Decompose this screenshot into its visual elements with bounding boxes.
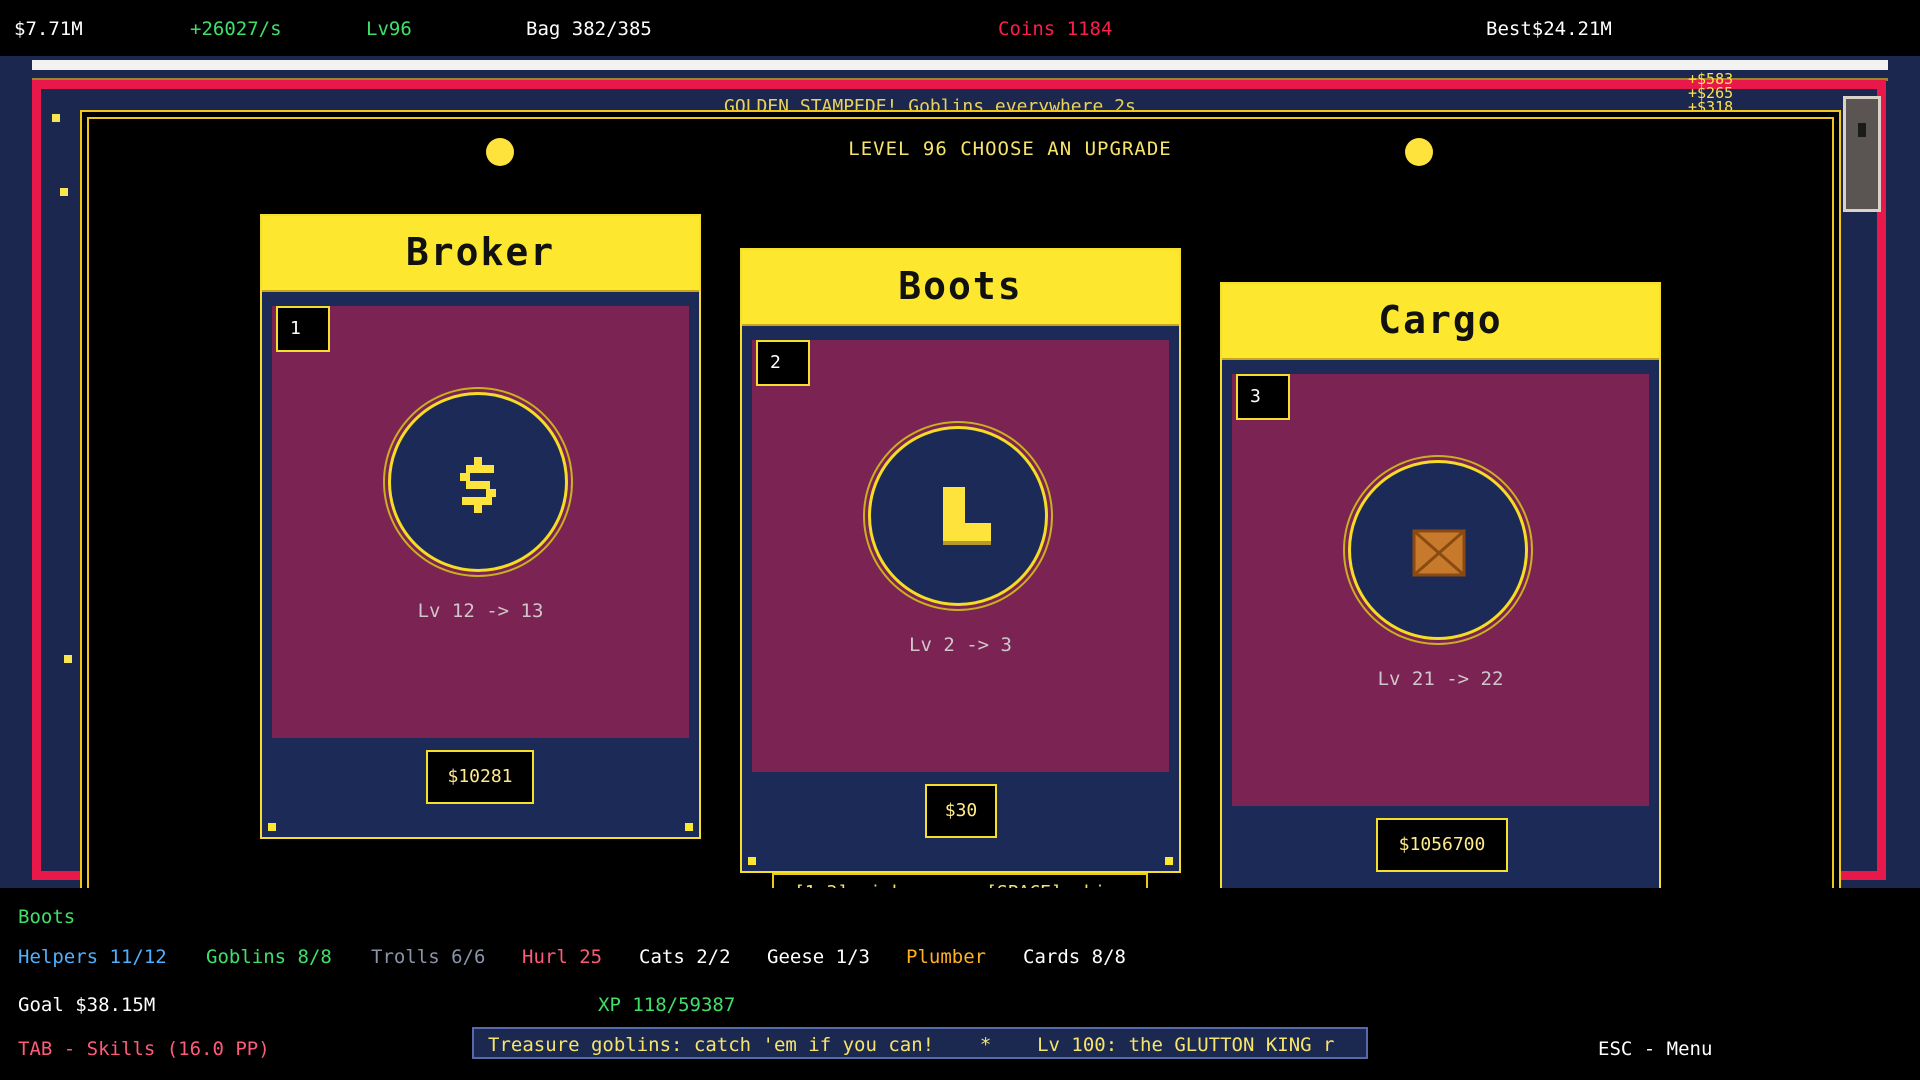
card-hotkey: 1 bbox=[276, 306, 330, 352]
income-rate: +26027/s bbox=[190, 18, 282, 40]
goal-display: Goal $38.15M bbox=[18, 994, 156, 1016]
cats-stat: Cats 2/2 bbox=[639, 946, 731, 968]
last-upgrade-label: Boots bbox=[18, 906, 76, 928]
tower-building bbox=[1843, 96, 1881, 212]
player-level: Lv96 bbox=[366, 18, 412, 40]
money-display: $7.71M bbox=[14, 18, 83, 40]
goblins-stat: Goblins 8/8 bbox=[206, 946, 332, 968]
card-hotkey: 3 bbox=[1236, 374, 1290, 420]
tower-window bbox=[1858, 123, 1866, 137]
card-title: Boots bbox=[898, 264, 1023, 308]
upgrade-card-boots[interactable]: Boots 2 Lv 2 -> 3 $30 bbox=[740, 248, 1181, 873]
card-title: Broker bbox=[405, 230, 556, 274]
card-price[interactable]: $30 bbox=[925, 784, 997, 838]
coin-icon bbox=[486, 138, 514, 166]
upgrade-card-broker[interactable]: Broker 1 Lv 12 -> 13 $10281 bbox=[260, 214, 701, 839]
card-level-change: Lv 2 -> 3 bbox=[909, 634, 1012, 656]
card-price[interactable]: $10281 bbox=[426, 750, 534, 804]
card-level-change: Lv 21 -> 22 bbox=[1377, 668, 1504, 690]
coins-count: Coins 1184 bbox=[998, 18, 1113, 40]
card-hotkey: 2 bbox=[756, 340, 810, 386]
card-corner bbox=[685, 823, 693, 831]
coin-icon bbox=[1405, 138, 1433, 166]
card-title: Cargo bbox=[1378, 298, 1503, 342]
top-hud: $7.71M +26027/s Lv96 Bag 382/385 Coins 1… bbox=[0, 0, 1920, 56]
modal-title: LEVEL 96 CHOOSE AN UPGRADE bbox=[848, 138, 1172, 160]
hurl-stat: Hurl 25 bbox=[522, 946, 603, 968]
card-corner bbox=[1165, 857, 1173, 865]
xp-display: XP 118/59387 bbox=[598, 994, 736, 1016]
bag-capacity: Bag 382/385 bbox=[526, 18, 652, 40]
card-price[interactable]: $1056700 bbox=[1376, 818, 1508, 872]
crate-icon bbox=[1412, 529, 1466, 577]
field-top-wall bbox=[32, 60, 1888, 70]
skills-shortcut[interactable]: TAB - Skills (16.0 PP) bbox=[18, 1038, 270, 1060]
plumber-stat: Plumber bbox=[906, 946, 987, 968]
trolls-stat: Trolls 6/6 bbox=[371, 946, 486, 968]
upgrade-card-cargo[interactable]: Cargo 3 Lv 21 -> 22 $1056700 bbox=[1220, 282, 1661, 907]
card-level-change: Lv 12 -> 13 bbox=[417, 600, 544, 622]
card-icon-circle bbox=[388, 392, 568, 572]
boot-icon bbox=[943, 487, 991, 545]
geese-stat: Geese 1/3 bbox=[767, 946, 870, 968]
menu-shortcut[interactable]: ESC - Menu bbox=[1598, 1038, 1712, 1060]
card-header: Broker bbox=[262, 216, 699, 292]
card-icon-circle bbox=[868, 426, 1048, 606]
card-header: Cargo bbox=[1222, 284, 1659, 360]
card-corner bbox=[268, 823, 276, 831]
news-ticker: Treasure goblins: catch 'em if you can! … bbox=[472, 1027, 1368, 1059]
helpers-stat: Helpers 11/12 bbox=[18, 946, 167, 968]
gold-nugget bbox=[64, 655, 72, 663]
card-icon-circle bbox=[1348, 460, 1528, 640]
card-header: Boots bbox=[742, 250, 1179, 326]
money-popups: +$583 +$265 +$318 bbox=[1688, 72, 1733, 115]
gold-nugget bbox=[52, 114, 60, 122]
card-corner bbox=[748, 857, 756, 865]
gold-nugget bbox=[60, 188, 68, 196]
best-score: Best$24.21M bbox=[1486, 18, 1612, 40]
dollar-icon bbox=[460, 457, 496, 513]
cards-stat: Cards 8/8 bbox=[1023, 946, 1126, 968]
